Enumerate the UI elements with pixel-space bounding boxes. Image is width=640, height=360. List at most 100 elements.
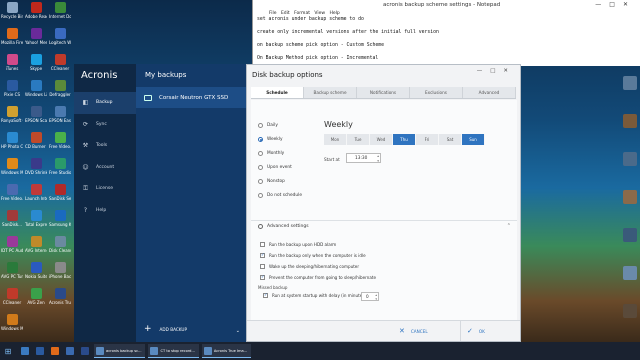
day-sat[interactable]: Sat [439,134,462,145]
tab-exclusions[interactable]: Exclusions [410,87,463,98]
desktop-icon[interactable]: Windows Media... [1,314,23,331]
desktop-icon[interactable]: CCleaner [49,54,71,71]
desktop-icon[interactable]: Samsung Kies [49,210,71,227]
window-controls[interactable]: —□✕ [595,0,636,10]
day-thu[interactable]: Thu [393,134,416,145]
desktop-icon[interactable] [619,152,640,167]
desktop-icon-label: DVD Shrink 3.2 [25,170,47,175]
schedule-option-do-not-schedule[interactable]: Do not schedule [258,193,302,198]
desktop-icon[interactable]: Mozilla Firefox [1,28,23,45]
desktop-icon[interactable]: AVG Internet Security [25,236,47,253]
sidebar-item-account[interactable]: ☺ Account [74,157,136,179]
taskbar-pinned-app[interactable] [34,344,46,358]
desktop-icon[interactable] [619,114,640,129]
dialog-window-controls[interactable]: —□✕ [477,68,516,74]
desktop-icon[interactable]: SanDisk... [1,210,23,227]
taskbar-pinned-app[interactable] [64,344,76,358]
desktop-icon[interactable]: Recycle Bin [1,2,23,19]
desktop-icon[interactable]: Defraggler [49,80,71,97]
desktop-icon[interactable] [619,228,640,243]
cancel-button[interactable]: ✕ CANCEL [399,321,428,341]
desktop-icon[interactable]: Adobe Reader XI [25,2,47,19]
tab-backup-scheme[interactable]: Backup scheme [304,87,357,98]
desktop-icon[interactable]: Skype [25,54,47,71]
desktop-icon[interactable]: AVG PC Tuneup [1,262,23,279]
desktop-icon[interactable]: HP Photo Creations [1,132,23,149]
desktop-icon[interactable]: Windows Live Mail [25,80,47,97]
start-button[interactable]: ⊞ [0,344,16,358]
desktop-icon[interactable]: Launch Internet... [25,184,47,201]
desktop-icon[interactable]: IDT PC Audio [1,236,23,253]
delay-spinner[interactable]: ▴ ▾ [375,293,377,301]
desktop-icon[interactable]: EPSON Scan [25,106,47,123]
advanced-option-checkbox[interactable]: ✓ Run the backup only when the computer i… [260,253,366,258]
desktop-icon[interactable]: Nokia Suite [25,262,47,279]
chevron-up-icon[interactable]: ⌃ [507,223,511,229]
chevron-down-icon[interactable]: ⌄ [236,328,240,334]
desktop-icon[interactable] [619,266,640,281]
desktop-icon[interactable]: Internet Downloa... [49,2,71,19]
taskbar-window-button[interactable]: Acronis True Ima... [201,344,252,358]
notepad-title-bar[interactable]: acronis backup scheme settings - Notepad… [253,0,640,10]
sidebar-item-license[interactable]: ⚿ License [74,178,136,200]
taskbar-pinned-app[interactable] [79,344,91,358]
tab-notifications[interactable]: Notifications [357,87,410,98]
schedule-option-upon-event[interactable]: Upon event [258,165,292,170]
backup-item[interactable]: Corsair Neutron GTX SSD [136,87,246,108]
day-sun[interactable]: Sun [462,134,485,145]
advanced-option-checkbox[interactable]: ✓ Prevent the computer from going to slee… [260,275,376,280]
desktop-icon[interactable]: Windows Media... [1,158,23,175]
schedule-option-nonstop[interactable]: Nonstop [258,179,285,184]
schedule-option-weekly[interactable]: Weekly [258,137,283,142]
desktop-icon[interactable]: Free Video... [49,132,71,149]
desktop-icon[interactable]: iTunes [1,54,23,71]
desktop-icon[interactable]: SanDisk SecureAccess [49,184,71,201]
schedule-option-daily[interactable]: Daily [258,123,278,128]
taskbar-pinned-app[interactable] [19,344,31,358]
desktop-icon[interactable]: RonyaSoft CD DVD... [1,106,23,123]
day-fri[interactable]: Fri [416,134,439,145]
taskbar-pinned-app[interactable] [49,344,61,358]
desktop-icon[interactable]: Logitech Webcam... [49,28,71,45]
notepad-menu[interactable]: File Edit Format View Help [253,10,640,17]
notepad-window[interactable]: acronis backup scheme settings - Notepad… [252,0,640,66]
advanced-settings-toggle[interactable]: Advanced settings [258,224,309,229]
ok-button[interactable]: ✓ OK [460,321,485,341]
desktop-icon[interactable]: Total Express [25,210,47,227]
tab-schedule[interactable]: Schedule [251,87,304,98]
tab-advanced[interactable]: Advanced [463,87,516,98]
desktop-icon[interactable]: Free Studio [49,158,71,175]
sidebar-item-help[interactable]: ? Help [74,200,136,222]
desktop-icon[interactable]: CD Burner XP [25,132,47,149]
desktop-icon[interactable] [619,76,640,91]
day-tue[interactable]: Tue [347,134,370,145]
desktop-icon[interactable]: EPSON Easy... [49,106,71,123]
schedule-option-monthly[interactable]: Monthly [258,151,284,156]
delay-minutes-input[interactable]: 0 ▴ ▾ [361,292,379,301]
add-backup-button[interactable]: + ADD BACKUP [144,324,187,334]
desktop-icon[interactable]: AVG Zen [25,288,47,305]
sidebar-item-backup[interactable]: ◧ Backup [74,92,136,114]
day-mon[interactable]: Mon [324,134,347,145]
desktop-icon[interactable]: Yahoo! Messenger [25,28,47,45]
missed-backup-checkbox[interactable]: ✓ Run at system startup with delay (in m… [263,293,366,298]
taskbar-window-button[interactable]: acronis backup sc... [94,344,146,358]
advanced-option-checkbox[interactable]: Wake up the sleeping/hibernating compute… [260,264,359,269]
desktop-icon[interactable]: Free Video... Dub [1,184,23,201]
desktop-icon[interactable]: DVD Shrink 3.2 [25,158,47,175]
time-spinner[interactable]: ▴ ▾ [377,154,379,163]
desktop-icon[interactable]: iPhone Backup [49,262,71,279]
taskbar-window-button[interactable]: CT to stop record... [148,344,199,358]
desktop-icon[interactable]: Disk Cleanup [49,236,71,253]
desktop-icon[interactable] [619,190,640,205]
sidebar-item-sync[interactable]: ⟳ Sync [74,114,136,136]
desktop-icon[interactable]: Acronis True Image... [49,288,71,305]
advanced-option-checkbox[interactable]: Run the backup upon HDD alarm [260,242,336,247]
start-time-input[interactable]: 13:30 ▴ ▾ [346,153,381,163]
desktop-icon[interactable]: CCleaner [1,288,23,305]
sidebar-item-tools[interactable]: ⚒ Tools [74,135,136,157]
desktop-icon[interactable] [619,304,640,319]
day-wed[interactable]: Wed [370,134,393,145]
desktop-icon[interactable]: Pixie CS [1,80,23,97]
notepad-text-area[interactable]: set acronis under backup scheme to do cre… [253,17,640,62]
